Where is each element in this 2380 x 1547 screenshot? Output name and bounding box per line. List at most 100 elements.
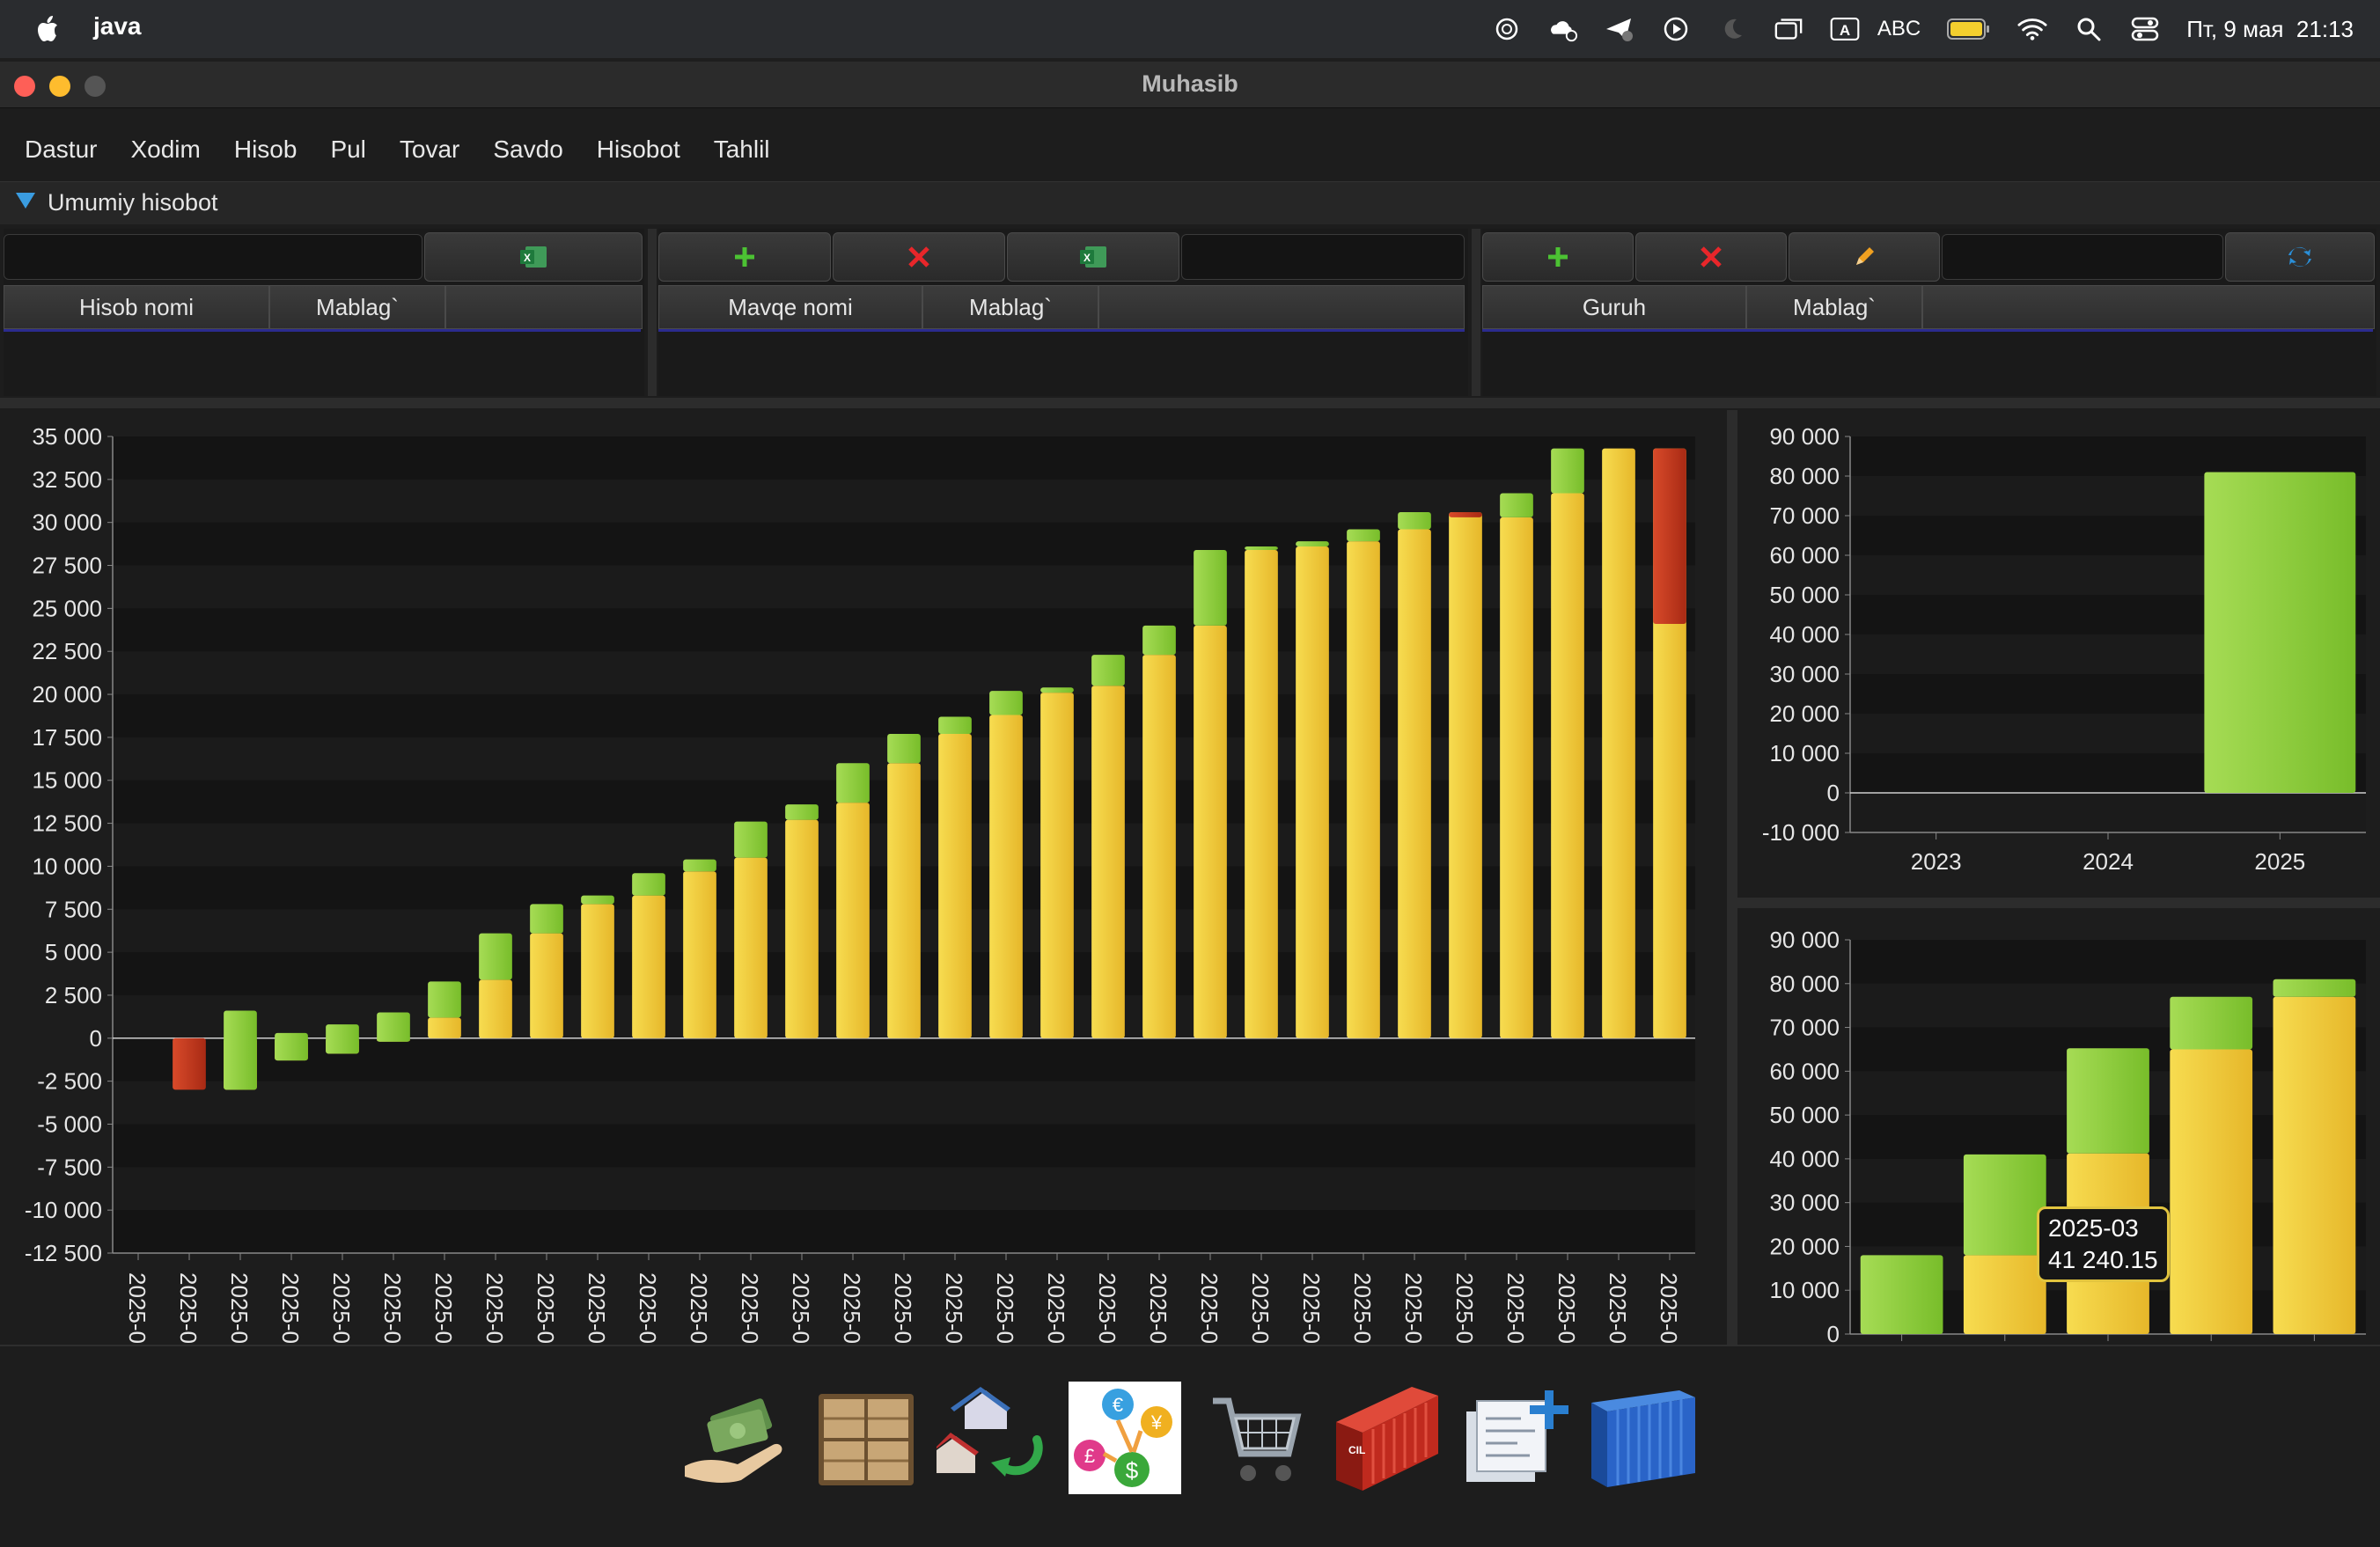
y-tick-label: 90 000 <box>1769 423 1840 450</box>
menu-tahlil[interactable]: Tahlil <box>697 125 787 174</box>
positions-delete-button[interactable] <box>833 232 1005 282</box>
groups-col-amount[interactable]: Mablag` <box>1746 285 1922 329</box>
play-icon[interactable] <box>1661 14 1691 44</box>
apple-icon[interactable] <box>33 12 63 46</box>
menu-dastur[interactable]: Dastur <box>0 125 114 174</box>
collapse-triangle-icon[interactable] <box>16 193 35 209</box>
positions-add-button[interactable] <box>658 232 831 282</box>
windows-icon[interactable] <box>1774 14 1803 44</box>
positions-export-excel-button[interactable]: X <box>1007 232 1179 282</box>
positions-col-name-label: Mavqe nomi <box>728 293 853 320</box>
bar-increase <box>1963 1154 2046 1256</box>
panel-splitter-2[interactable] <box>1472 229 1480 396</box>
grid-band <box>1850 940 2366 985</box>
groups-header-underline <box>1482 329 2373 332</box>
bar-balance <box>2273 996 2356 1334</box>
bar-increase <box>1551 448 1584 494</box>
spotlight-icon[interactable] <box>2074 14 2104 44</box>
accounts-col-amount[interactable]: Mablag` <box>269 285 445 329</box>
bar-balance <box>1500 517 1533 1038</box>
bar-balance <box>632 895 665 1038</box>
groups-panel: Guruh Mablag` <box>1482 229 2376 396</box>
send-icon[interactable] <box>1605 14 1634 44</box>
y-tick-label: 0 <box>90 1025 102 1052</box>
input-source-label[interactable]: ABC <box>1877 17 1921 41</box>
y-tick-label: -5 000 <box>37 1111 102 1137</box>
positions-col-name[interactable]: Mavqe nomi <box>658 285 922 329</box>
currency-exchange-icon[interactable]: € ¥ £ $ <box>1069 1382 1181 1494</box>
weather-icon[interactable] <box>1548 14 1578 44</box>
accounts-search-input[interactable] <box>4 234 422 280</box>
menu-pul[interactable]: Pul <box>313 125 382 174</box>
bar-increase <box>1347 529 1380 542</box>
bar-balance <box>785 819 819 1038</box>
delete-x-icon <box>908 246 929 268</box>
positions-col-amount-label: Mablag` <box>969 293 1052 320</box>
red-container-icon[interactable]: CIL <box>1329 1382 1442 1494</box>
cash-payment-icon[interactable] <box>678 1382 790 1494</box>
positions-col-empty[interactable] <box>1098 285 1465 329</box>
bar-value <box>2204 472 2356 793</box>
svg-text:£: £ <box>1084 1445 1095 1467</box>
excel-icon: X <box>1080 246 1106 268</box>
keyboard-a-icon[interactable]: A <box>1830 14 1860 44</box>
menu-hisob[interactable]: Hisob <box>217 125 314 174</box>
accounts-col-name[interactable]: Hisob nomi <box>4 285 269 329</box>
groups-delete-button[interactable] <box>1635 232 1787 282</box>
bar-balance <box>530 933 563 1038</box>
groups-edit-button[interactable] <box>1789 232 1940 282</box>
chart-splitter-vertical[interactable] <box>1727 410 1737 1403</box>
bar-balance <box>1245 549 1278 1038</box>
blue-container-icon[interactable] <box>1588 1382 1701 1494</box>
menubar-datetime[interactable]: Пт, 9 мая 21:13 <box>2186 16 2354 43</box>
menu-tovar[interactable]: Tovar <box>383 125 476 174</box>
menu-hisobot[interactable]: Hisobot <box>580 125 697 174</box>
chart-splitter-horizontal[interactable] <box>1737 898 2380 908</box>
section-header[interactable]: Umumiy hisobot <box>0 181 2380 224</box>
y-tick-label: 20 000 <box>1769 700 1840 727</box>
bar-balance <box>1142 655 1176 1038</box>
bar-increase <box>734 821 768 858</box>
accounts-panel: X Hisob nomi Mablag` <box>4 229 644 396</box>
bar-increase <box>428 981 461 1018</box>
menu-savdo[interactable]: Savdo <box>476 125 579 174</box>
panel-splitter-1[interactable] <box>648 229 657 396</box>
groups-col-name[interactable]: Guruh <box>1482 285 1746 329</box>
bar-increase <box>530 904 563 934</box>
bar-balance <box>1091 686 1125 1038</box>
positions-search-input[interactable] <box>1181 234 1465 280</box>
control-center-icon[interactable] <box>2130 14 2160 44</box>
horizontal-splitter[interactable] <box>0 398 2380 408</box>
groups-add-button[interactable] <box>1482 232 1634 282</box>
bar-increase <box>224 1010 257 1090</box>
active-app-name[interactable]: java <box>93 12 142 40</box>
wifi-icon[interactable] <box>2017 14 2047 44</box>
invoice-add-icon[interactable] <box>1458 1382 1570 1494</box>
bar-balance <box>1194 625 1227 1038</box>
plus-icon <box>1548 247 1568 267</box>
moon-icon[interactable] <box>1717 14 1747 44</box>
svg-text:X: X <box>524 252 531 264</box>
menu-xodim[interactable]: Xodim <box>114 125 217 174</box>
bar-increase <box>1398 511 1431 530</box>
chatgpt-icon[interactable] <box>1492 14 1522 44</box>
battery-icon[interactable] <box>1947 14 1991 44</box>
bar-increase <box>2067 1048 2149 1154</box>
accounts-col-empty[interactable] <box>445 285 643 329</box>
groups-refresh-button[interactable] <box>2225 232 2375 282</box>
monthly-chart-svg: 90 000 80 000 70 000 60 000 50 000 40 000 30 0… <box>1769 927 2366 1376</box>
y-tick-label: 22 500 <box>32 638 102 664</box>
y-tick-label: -12 500 <box>25 1240 102 1266</box>
shopping-cart-icon[interactable] <box>1201 1382 1313 1494</box>
groups-col-empty[interactable] <box>1922 285 2375 329</box>
plus-icon <box>735 247 754 267</box>
groups-search-input[interactable] <box>1942 234 2223 280</box>
x-tick-label: 2024 <box>2082 848 2134 875</box>
yearly-chart-svg: 90 000 80 000 70 000 60 000 50 000 40 000 30 0… <box>1762 423 2366 875</box>
y-tick-label: 0 <box>1827 780 1840 806</box>
property-transfer-icon[interactable] <box>937 1382 1049 1494</box>
accounts-export-excel-button[interactable]: X <box>424 232 643 282</box>
positions-header-underline <box>658 329 1465 332</box>
warehouse-boxes-icon[interactable] <box>810 1382 922 1494</box>
positions-col-amount[interactable]: Mablag` <box>922 285 1098 329</box>
